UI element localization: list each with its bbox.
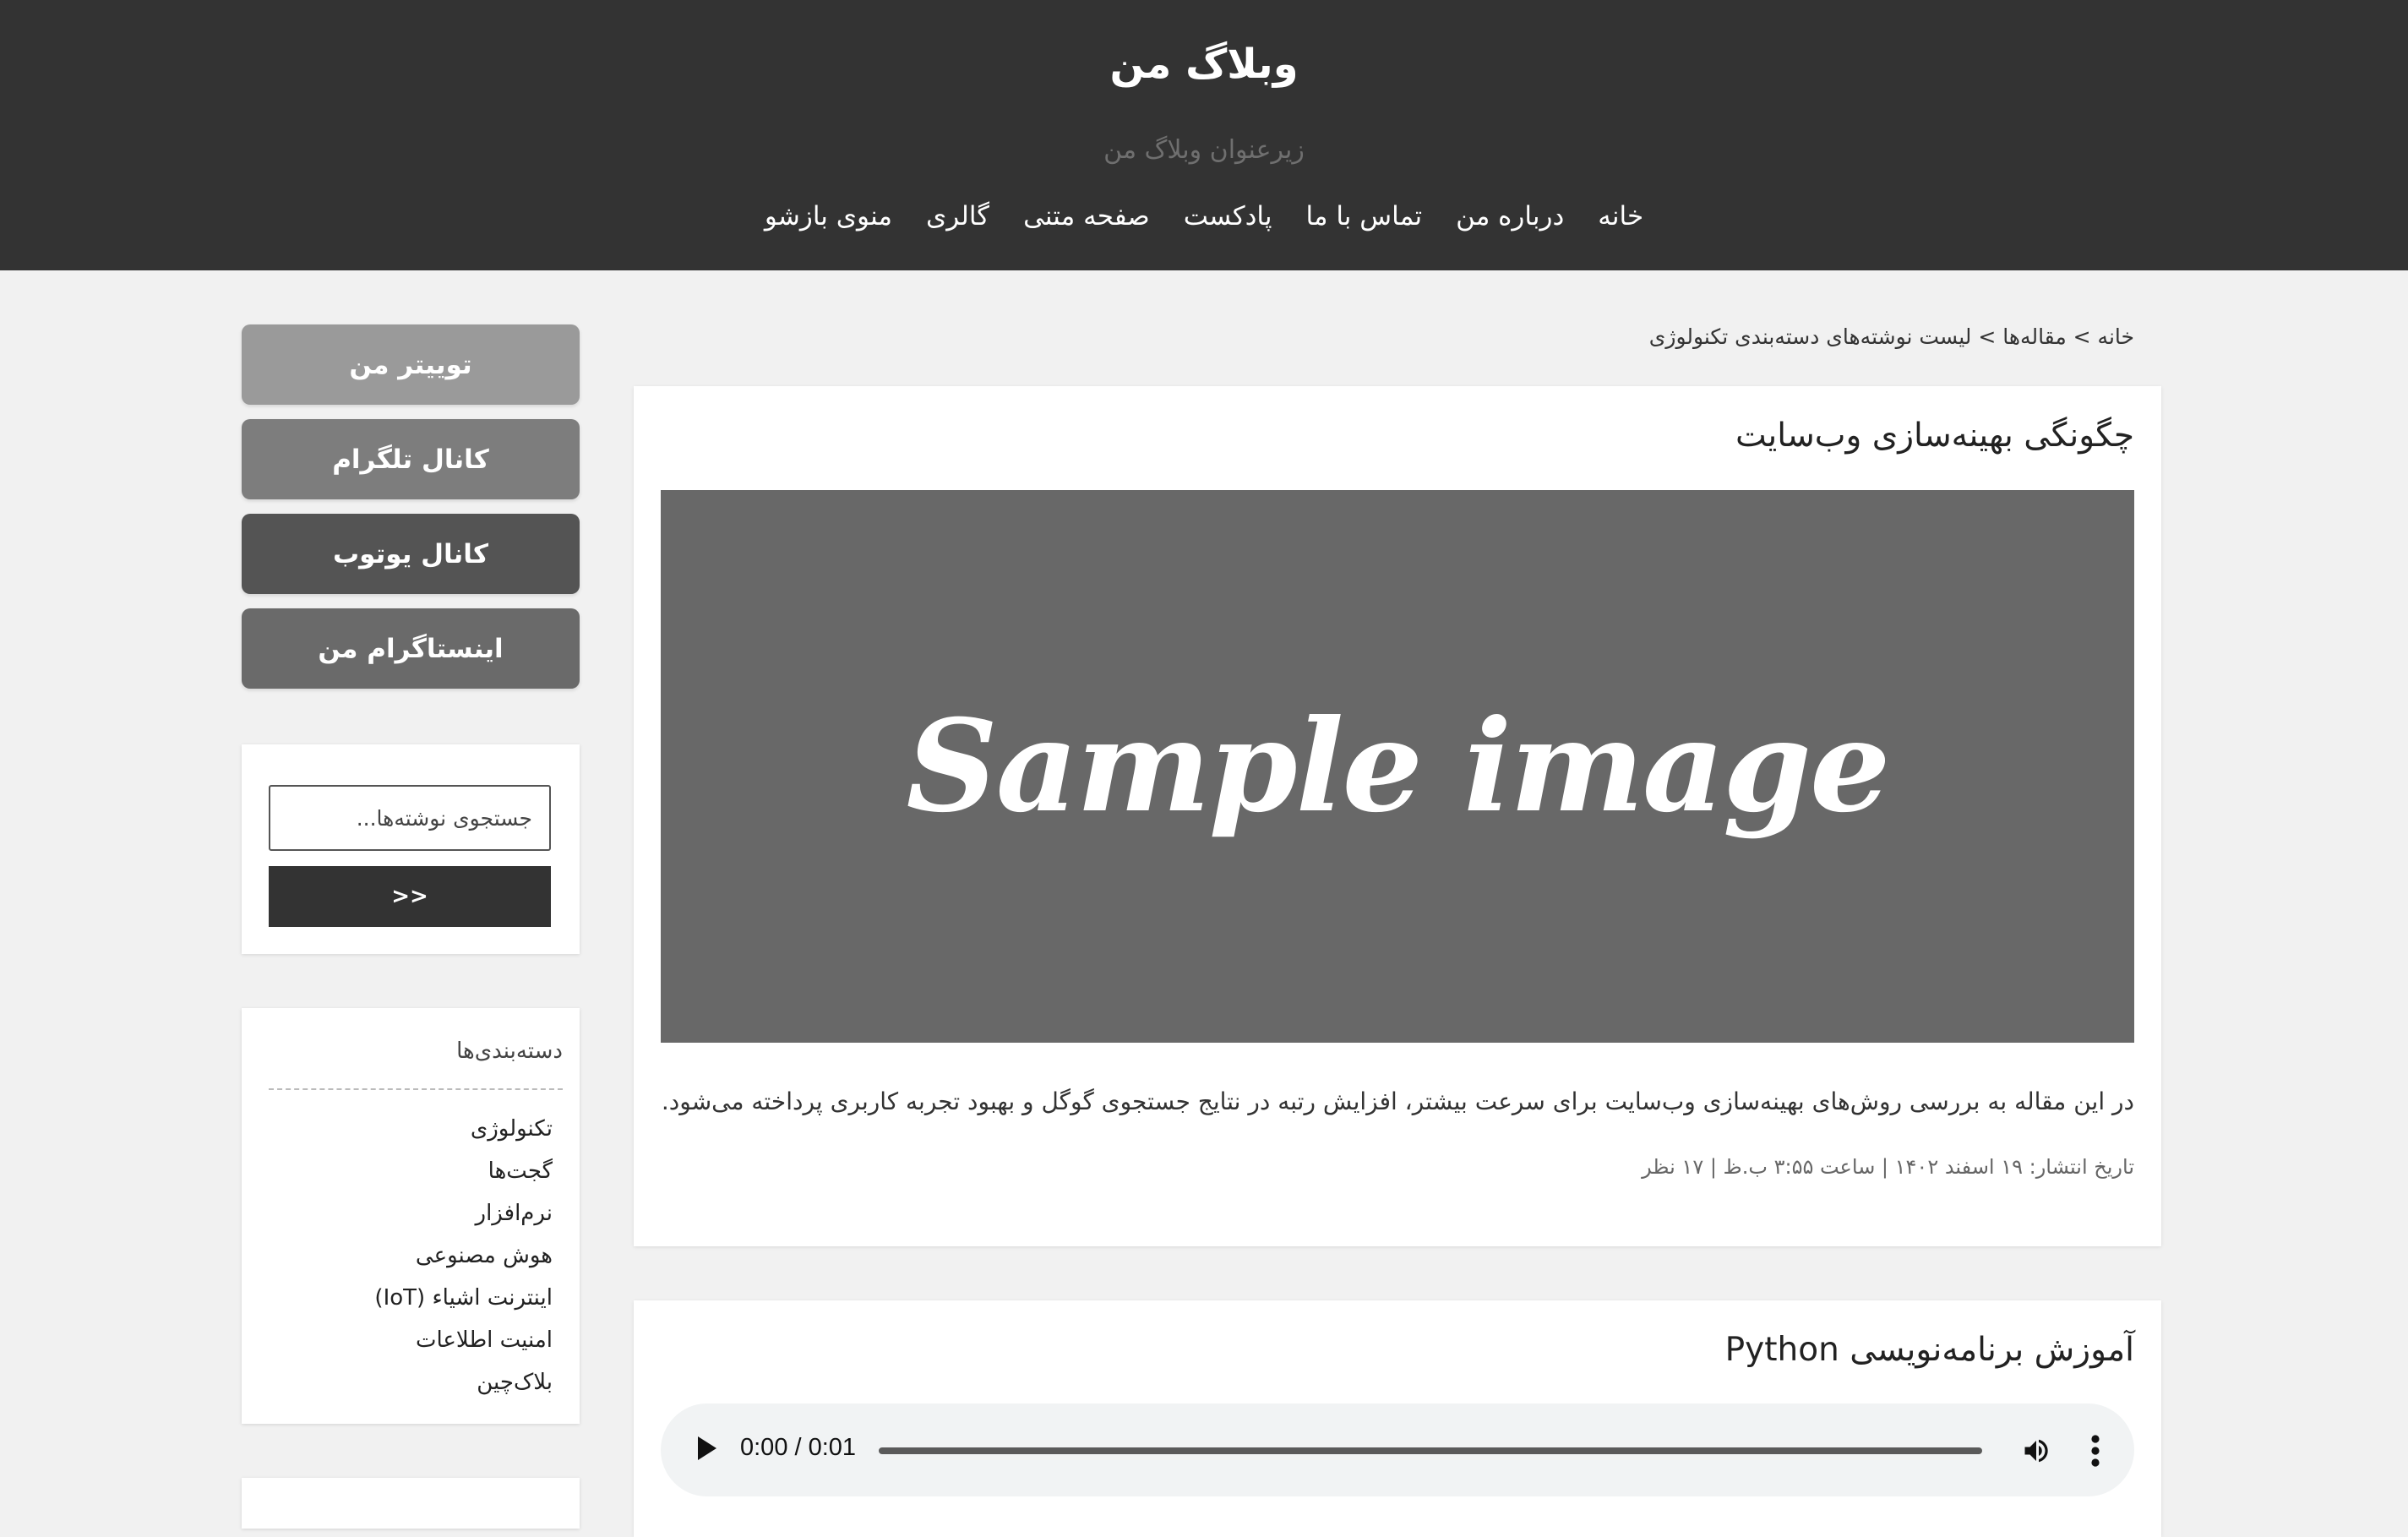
search-widget: >> bbox=[242, 744, 580, 954]
search-input[interactable] bbox=[269, 785, 551, 851]
nav-item-podcast[interactable]: پادکست bbox=[1184, 201, 1272, 232]
twitter-button[interactable]: توییتر من bbox=[242, 324, 580, 405]
category-item[interactable]: تکنولوژی bbox=[374, 1108, 553, 1150]
play-icon[interactable] bbox=[698, 1436, 716, 1460]
categories-divider bbox=[269, 1088, 563, 1090]
category-item[interactable]: امنیت اطلاعات bbox=[374, 1319, 553, 1361]
volume-icon[interactable] bbox=[2021, 1436, 2051, 1466]
audio-progress-bar[interactable] bbox=[879, 1447, 1982, 1454]
site-header: وبلاگ من زیرعنوان وبلاگ من خانه درباره م… bbox=[0, 0, 2408, 270]
categories-title: دسته‌بندی‌ها bbox=[456, 1038, 563, 1064]
category-item[interactable]: بلاک‌چین bbox=[374, 1361, 553, 1403]
category-item[interactable]: نرم‌افزار bbox=[374, 1192, 553, 1235]
sidebar-widget-partial bbox=[242, 1478, 580, 1529]
post-excerpt: در این مقاله به بررسی روش‌های بهینه‌سازی… bbox=[661, 1087, 2134, 1115]
site-subtitle: زیرعنوان وبلاگ من bbox=[1103, 135, 1305, 165]
post-card: چگونگی بهینه‌سازی وب‌سایت Sample image د… bbox=[634, 386, 2161, 1246]
nav-item-gallery[interactable]: گالری bbox=[926, 201, 989, 232]
categories-widget: دسته‌بندی‌ها تکنولوژی گجت‌ها نرم‌افزار ه… bbox=[242, 1008, 580, 1424]
site-title[interactable]: وبلاگ من bbox=[0, 41, 2408, 88]
post-meta: تاریخ انتشار: ۱۹ اسفند ۱۴۰۲ | ساعت ۳:۵۵ … bbox=[1642, 1155, 2134, 1179]
category-item[interactable]: گجت‌ها bbox=[374, 1150, 553, 1192]
podcast-card: آموزش برنامه‌نویسی Python 0:00 / 0:01 bbox=[634, 1300, 2161, 1537]
nav-item-dropdown-menu[interactable]: منوی بازشو bbox=[765, 201, 892, 232]
category-item[interactable]: هوش مصنوعی bbox=[374, 1235, 553, 1277]
post-image[interactable]: Sample image bbox=[661, 490, 2134, 1043]
category-item[interactable]: اینترنت اشیاء (IoT) bbox=[374, 1277, 553, 1319]
post-title[interactable]: چگونگی بهینه‌سازی وب‌سایت bbox=[1735, 417, 2134, 455]
telegram-button[interactable]: کانال تلگرام bbox=[242, 419, 580, 499]
post-image-caption: Sample image bbox=[906, 692, 1891, 841]
breadcrumb[interactable]: خانه > مقاله‌ها > لیست نوشته‌های دسته‌بن… bbox=[1649, 324, 2134, 349]
audio-player: 0:00 / 0:01 bbox=[661, 1403, 2134, 1496]
instagram-button[interactable]: اینستاگرام من bbox=[242, 608, 580, 689]
youtube-button[interactable]: کانال یوتوب bbox=[242, 514, 580, 594]
nav-item-text-page[interactable]: صفحه متنی bbox=[1023, 201, 1150, 232]
more-options-icon[interactable] bbox=[2090, 1434, 2100, 1468]
main-nav: خانه درباره من تماس با ما پادکست صفحه مت… bbox=[0, 201, 2408, 232]
nav-item-about[interactable]: درباره من bbox=[1456, 201, 1564, 232]
nav-item-contact[interactable]: تماس با ما bbox=[1305, 201, 1422, 232]
podcast-title[interactable]: آموزش برنامه‌نویسی Python bbox=[1725, 1331, 2134, 1369]
audio-time: 0:00 / 0:01 bbox=[740, 1434, 857, 1461]
search-button[interactable]: >> bbox=[269, 866, 551, 927]
categories-list: تکنولوژی گجت‌ها نرم‌افزار هوش مصنوعی این… bbox=[374, 1108, 553, 1403]
nav-item-home[interactable]: خانه bbox=[1598, 201, 1643, 232]
